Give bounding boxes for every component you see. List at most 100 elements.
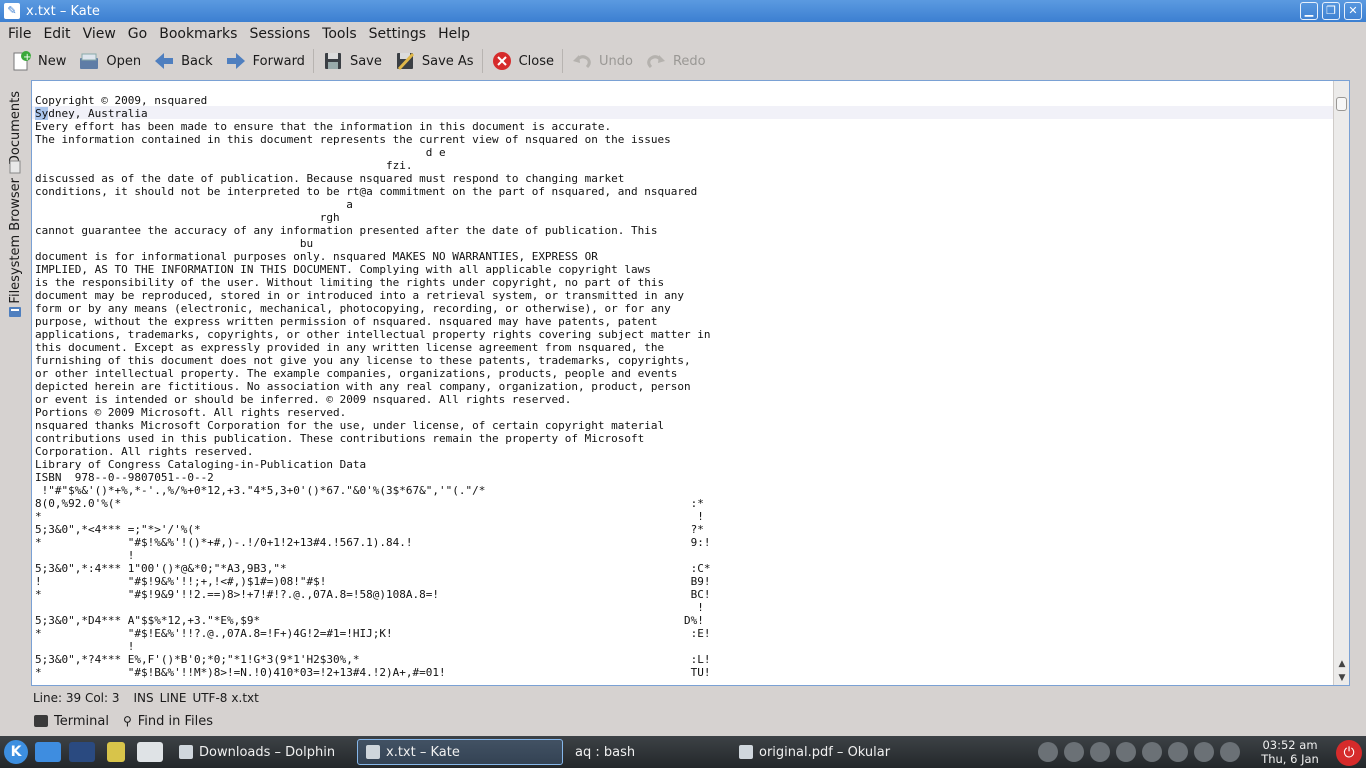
quicklaunch-terminal[interactable] [65, 737, 99, 767]
new-button-label: New [38, 53, 67, 69]
vertical-scrollbar[interactable]: ▲ ▼ [1333, 81, 1349, 685]
drawer-icon [137, 742, 163, 762]
documents-tab-label: Documents [7, 90, 23, 166]
find-in-files-button[interactable]: ⚲ Find in Files [123, 714, 213, 729]
redo-button[interactable]: Redo [639, 47, 712, 75]
scrollbar-thumb[interactable] [1336, 97, 1347, 111]
main-toolbar: + New Open Back Forward Save Save As Clo… [0, 46, 1366, 76]
find-in-files-label: Find in Files [137, 713, 214, 729]
undo-button-label: Undo [599, 53, 633, 69]
documents-icon [3, 158, 27, 176]
new-document-icon: + [10, 50, 32, 72]
volume-icon[interactable] [1142, 742, 1162, 762]
menu-sessions[interactable]: Sessions [243, 26, 316, 42]
taskbar-panel: K Downloads – Dolphin x.txt – Kate aq : … [0, 736, 1366, 768]
document-text[interactable]: Copyright © 2009, nsquared Sydney, Austr… [35, 94, 1334, 679]
forward-button[interactable]: Forward [219, 47, 311, 75]
network-icon[interactable] [1064, 742, 1084, 762]
save-as-button[interactable]: Save As [388, 47, 480, 75]
clock[interactable]: 03:52 am Thu, 6 Jan [1254, 738, 1326, 766]
info-icon[interactable] [1038, 742, 1058, 762]
keyboard-layout-icon[interactable] [1116, 742, 1136, 762]
undo-icon [571, 50, 593, 72]
kde-menu-launcher[interactable]: K [1, 737, 31, 767]
task-label: aq : bash [575, 744, 636, 760]
task-okular[interactable]: original.pdf – Okular [731, 739, 941, 765]
task-label: x.txt – Kate [386, 744, 460, 760]
monitor-icon [69, 742, 95, 762]
text-area[interactable]: Copyright © 2009, nsquared Sydney, Austr… [32, 81, 1334, 685]
quicklaunch-dolphin[interactable] [31, 737, 65, 767]
save-button[interactable]: Save [316, 47, 388, 75]
minimize-icon[interactable]: ▁ [1300, 2, 1318, 20]
menu-view[interactable]: View [77, 26, 122, 42]
save-button-label: Save [349, 53, 382, 69]
text-line-1: Copyright © 2009, nsquared [35, 94, 208, 107]
save-as-button-label: Save As [421, 53, 474, 69]
maximize-icon[interactable]: ❐ [1322, 2, 1340, 20]
text-line-2: dney, Australia [48, 107, 148, 120]
selection-mode[interactable]: LINE [160, 691, 187, 705]
tab-filesystem-browser[interactable]: Filesystem Browser [3, 178, 27, 304]
menu-tools[interactable]: Tools [316, 26, 363, 42]
task-kate[interactable]: x.txt – Kate [357, 739, 563, 765]
terminal-label: Terminal [54, 713, 109, 729]
window-titlebar[interactable]: ✎ x.txt – Kate ▁ ❐ ✕ [0, 0, 1366, 22]
toolbar-separator [481, 49, 483, 73]
quicklaunch-lock[interactable] [99, 737, 133, 767]
back-button-label: Back [181, 53, 213, 69]
quicklaunch-files[interactable] [133, 737, 167, 767]
close-button-label: Close [518, 53, 554, 69]
menu-settings[interactable]: Settings [363, 26, 432, 42]
clipboard-icon[interactable] [1168, 742, 1188, 762]
back-button[interactable]: Back [147, 47, 219, 75]
toolbar-separator [312, 49, 314, 73]
undo-button[interactable]: Undo [565, 47, 639, 75]
scroll-down-icon[interactable]: ▼ [1334, 671, 1349, 685]
menu-edit[interactable]: Edit [37, 26, 76, 42]
scissors-icon[interactable] [1090, 742, 1110, 762]
filesystem-icon [3, 304, 27, 320]
text-body: Every effort has been made to ensure tha… [35, 120, 711, 679]
side-panel-tabs: Documents Filesystem Browser [0, 78, 30, 688]
svg-text:+: + [23, 52, 31, 63]
dolphin-icon [179, 745, 193, 759]
close-window-icon[interactable]: ✕ [1344, 2, 1362, 20]
toolbar-separator [562, 49, 563, 73]
device-notifier-icon[interactable] [1194, 742, 1214, 762]
text-selection: Sy [35, 107, 49, 120]
window-title: x.txt – Kate [26, 3, 100, 19]
save-as-icon [394, 50, 416, 72]
close-circle-icon [491, 50, 513, 72]
menu-help[interactable]: Help [432, 26, 476, 42]
scroll-up-icon[interactable]: ▲ [1334, 657, 1349, 671]
tray-expand-icon[interactable] [1220, 742, 1240, 762]
kate-icon [366, 745, 380, 759]
encoding[interactable]: UTF-8 [192, 691, 227, 705]
lock-icon [107, 742, 125, 762]
task-bash[interactable]: aq : bash [567, 739, 727, 765]
open-button-label: Open [106, 53, 142, 69]
power-button-icon[interactable]: ⏻ [1336, 740, 1362, 766]
menu-file[interactable]: File [2, 26, 37, 42]
insert-mode[interactable]: INS [134, 691, 154, 705]
cursor-position: Line: 39 Col: 3 [33, 691, 120, 705]
redo-button-label: Redo [672, 53, 706, 69]
open-button[interactable]: Open [72, 47, 147, 75]
kde-logo-icon: K [4, 740, 28, 764]
task-dolphin[interactable]: Downloads – Dolphin [171, 739, 353, 765]
forward-arrow-icon [225, 50, 247, 72]
close-button[interactable]: Close [485, 47, 560, 75]
new-button[interactable]: + New [4, 47, 72, 75]
kate-app-icon[interactable]: ✎ [4, 3, 20, 19]
menu-go[interactable]: Go [122, 26, 153, 42]
binoculars-icon: ⚲ [122, 714, 132, 728]
menu-bookmarks[interactable]: Bookmarks [153, 26, 243, 42]
bottom-toolview-bar: Terminal ⚲ Find in Files [0, 710, 1366, 732]
editor-view[interactable]: Copyright © 2009, nsquared Sydney, Austr… [31, 80, 1350, 686]
terminal-toolview-button[interactable]: Terminal [34, 714, 109, 729]
clock-date: Thu, 6 Jan [1261, 752, 1319, 766]
clock-time: 03:52 am [1262, 738, 1318, 752]
save-disk-icon [322, 50, 344, 72]
task-label: Downloads – Dolphin [199, 744, 336, 760]
